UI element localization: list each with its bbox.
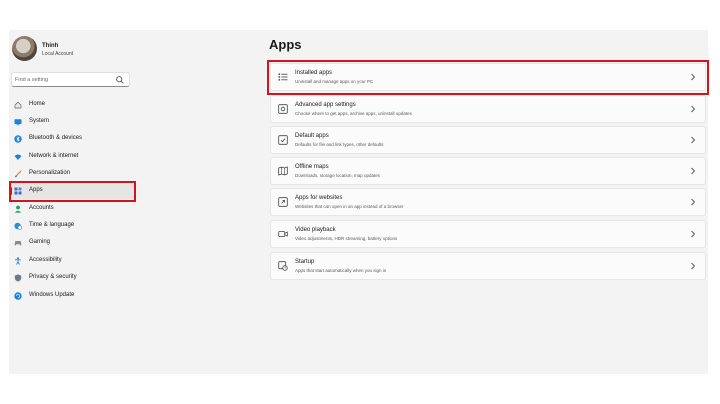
person-icon	[14, 205, 22, 213]
card-default-apps[interactable]: Default apps Defaults for file and link …	[270, 126, 706, 154]
sidebar-item-label: Time & language	[29, 222, 75, 228]
card-description: Video adjustments, HDR streaming, batter…	[295, 236, 398, 241]
card-title: Apps for websites	[295, 195, 343, 201]
gamepad-icon	[14, 241, 22, 246]
chevron-right-icon	[691, 167, 696, 175]
sidebar-item-accessibility[interactable]: Accessibility	[9, 253, 135, 269]
chevron-right-icon	[691, 262, 696, 270]
card-video-playback[interactable]: Video playback Video adjustments, HDR st…	[270, 220, 706, 248]
highlight-box-installed-apps	[267, 60, 709, 95]
sidebar-item-label: Windows Update	[29, 292, 75, 298]
card-startup[interactable]: Startup Apps that start automatically wh…	[270, 252, 706, 280]
sidebar-item-label: Personalization	[29, 170, 71, 176]
bluetooth-icon	[14, 135, 22, 143]
sidebar-item-windows-update[interactable]: Windows Update	[9, 288, 135, 304]
sidebar-item-label: Home	[29, 101, 46, 107]
search-input[interactable]	[15, 74, 115, 86]
sidebar-item-label: Privacy & security	[29, 274, 77, 280]
sidebar-item-bluetooth[interactable]: Bluetooth & devices	[9, 131, 135, 147]
profile-name: Thinh	[42, 43, 59, 49]
card-offline-maps[interactable]: Offline maps Downloads, storage location…	[270, 157, 706, 185]
wifi-icon	[14, 154, 22, 160]
card-advanced-app-settings[interactable]: Advanced app settings Choose where to ge…	[270, 95, 706, 123]
search-icon[interactable]	[115, 75, 125, 85]
sidebar-item-network[interactable]: Network & internet	[9, 149, 135, 165]
card-title: Startup	[295, 259, 315, 265]
sidebar-item-time-language[interactable]: Time & language	[9, 218, 135, 234]
default-apps-icon	[278, 135, 288, 145]
sidebar-item-system[interactable]: System	[9, 114, 135, 130]
brush-icon	[15, 170, 22, 178]
app-settings-icon	[278, 104, 288, 114]
sidebar-item-label: Accessibility	[29, 257, 62, 263]
sidebar-item-personalization[interactable]: Personalization	[9, 166, 135, 182]
sidebar-item-label: System	[29, 118, 50, 124]
update-icon	[14, 292, 22, 300]
monitor-icon	[14, 119, 22, 126]
profile-account-type: Local Account	[42, 51, 74, 57]
avatar[interactable]	[12, 36, 37, 61]
accessibility-icon	[15, 257, 21, 265]
map-icon	[278, 166, 288, 176]
card-description: Websites that can open in an app instead…	[295, 204, 404, 209]
sidebar-item-label: Bluetooth & devices	[29, 135, 83, 141]
search-box[interactable]	[11, 72, 130, 87]
card-title: Default apps	[295, 133, 329, 139]
card-description: Defaults for file and link types, other …	[295, 142, 384, 147]
home-icon	[14, 101, 22, 109]
card-description: Downloads, storage location, map updates	[295, 173, 381, 178]
card-apps-for-websites[interactable]: Apps for websites Websites that can open…	[270, 188, 706, 216]
chevron-right-icon	[691, 136, 696, 144]
startup-icon	[278, 261, 288, 271]
highlight-box-apps	[9, 181, 136, 202]
shield-icon	[14, 274, 22, 282]
card-description: Choose where to get apps, archive apps, …	[295, 111, 412, 116]
sidebar-item-accounts[interactable]: Accounts	[9, 201, 135, 217]
page-title: Apps	[269, 37, 302, 52]
chevron-right-icon	[691, 198, 696, 206]
sidebar-item-label: Accounts	[29, 205, 54, 211]
web-apps-icon	[278, 197, 288, 207]
sidebar-item-gaming[interactable]: Gaming	[9, 235, 135, 251]
card-title: Offline maps	[295, 164, 329, 170]
sidebar-item-privacy-security[interactable]: Privacy & security	[9, 270, 135, 286]
video-icon	[278, 231, 288, 237]
chevron-right-icon	[691, 230, 696, 238]
card-description: Apps that start automatically when you s…	[295, 268, 387, 273]
sidebar-item-home[interactable]: Home	[9, 97, 135, 113]
card-title: Video playback	[295, 227, 336, 233]
sidebar-item-label: Gaming	[29, 239, 51, 245]
chevron-right-icon	[691, 105, 696, 113]
globe-clock-icon	[14, 222, 22, 230]
card-title: Advanced app settings	[295, 102, 356, 108]
sidebar-item-label: Network & internet	[29, 153, 79, 159]
